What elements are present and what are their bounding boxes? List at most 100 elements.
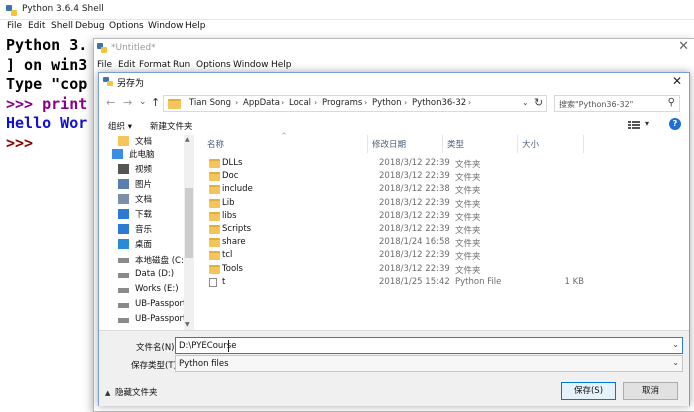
file-row[interactable]: tcl 2018/3/12 22:39 文件夹 (207, 249, 677, 262)
editor-menu-edit[interactable]: Edit (118, 60, 135, 70)
up-arrow-icon[interactable]: ↑ (151, 96, 160, 110)
save-button[interactable]: 保存(S) (561, 382, 616, 400)
chevron-right-icon: › (314, 98, 318, 107)
editor-menu-file[interactable]: File (97, 60, 112, 70)
close-icon[interactable]: ✕ (678, 39, 689, 54)
folder-icon (209, 225, 220, 234)
column-header-name[interactable]: 名称 (207, 138, 224, 150)
editor-menu-window[interactable]: Window (233, 60, 269, 70)
file-row[interactable]: libs 2018/3/12 22:39 文件夹 (207, 210, 677, 223)
nav-pane-item-label: Data (D:) (135, 269, 175, 279)
organize-button[interactable]: 组织 ▾ (108, 120, 132, 132)
search-box[interactable]: 搜索"Python36-32" ⚲ (554, 95, 680, 112)
shell-menu-window[interactable]: Window (148, 21, 184, 31)
chevron-down-icon[interactable]: ⌄ (522, 98, 529, 107)
nav-pane-scrollbar[interactable]: ▲ ▼ (184, 135, 194, 330)
file-type: Python File (455, 276, 502, 287)
forward-arrow-icon[interactable]: → (123, 96, 132, 110)
breadcrumb-item[interactable]: Python36-32 (412, 98, 466, 108)
file-list[interactable]: ^ 名称 修改日期 类型 大小 DLLs 2018/3/12 22:39 文件夹 Do… (197, 132, 687, 330)
column-header-type[interactable]: 类型 (447, 138, 464, 150)
file-size: 1 KB (564, 276, 584, 287)
scroll-up-icon[interactable]: ▲ (185, 136, 190, 143)
file-date: 2018/3/12 22:39 (379, 197, 450, 208)
save-as-dialog: 另存为 ✕ ← → ⌄ ↑ Tian Song › AppData › Loca… (98, 72, 690, 406)
text-cursor (228, 340, 229, 352)
address-bar[interactable]: Tian Song › AppData › Local › Programs ›… (163, 95, 547, 112)
scroll-down-icon[interactable]: ▼ (185, 321, 190, 328)
navigation-pane[interactable]: 文档 此电脑 视频 图片 文档 下载 音乐 桌面 本地磁盘 (C:) Data (D:) Works… (100, 135, 194, 330)
file-row[interactable]: Doc 2018/3/12 22:39 文件夹 (207, 170, 677, 183)
nav-pane-item-label: 音乐 (135, 225, 153, 235)
shell-menu-file[interactable]: File (7, 21, 22, 31)
file-row[interactable]: share 2018/1/24 16:58 文件夹 (207, 236, 677, 249)
chevron-down-icon[interactable]: ▾ (645, 119, 649, 128)
chevron-right-icon: › (281, 98, 285, 107)
column-divider[interactable] (517, 135, 518, 153)
cancel-button[interactable]: 取消 (623, 382, 678, 400)
file-date: 2018/3/12 22:39 (379, 171, 450, 182)
file-date: 2018/3/12 22:39 (379, 210, 450, 221)
console-line: Hello Wor (6, 114, 88, 132)
file-row[interactable]: Tools 2018/3/12 22:39 文件夹 (207, 263, 677, 276)
breadcrumb-item[interactable]: Programs (322, 98, 362, 108)
file-type: 文件夹 (455, 239, 481, 250)
shell-menu-edit[interactable]: Edit (28, 21, 45, 31)
column-header-date[interactable]: 修改日期 (372, 138, 406, 150)
file-date: 2018/1/25 15:42 (379, 276, 450, 287)
file-row[interactable]: DLLs 2018/3/12 22:39 文件夹 (207, 157, 677, 170)
column-divider[interactable] (367, 135, 368, 153)
shell-console[interactable]: Python 3.] on win3 Type "cop >>> print Hell… (6, 36, 87, 153)
file-name: Lib (222, 197, 235, 208)
help-icon[interactable]: ? (669, 118, 681, 130)
file-date: 2018/1/24 16:58 (379, 237, 450, 248)
video-icon (118, 164, 129, 174)
chevron-down-icon[interactable]: ⌄ (672, 358, 679, 367)
chevron-down-icon[interactable]: ⌄ (672, 340, 679, 349)
editor-menu-run[interactable]: Run (173, 60, 190, 70)
editor-menu-options[interactable]: Options (196, 60, 231, 70)
folder-icon (118, 136, 129, 146)
file-name: t (222, 276, 226, 287)
file-row[interactable]: include 2018/3/12 22:38 文件夹 (207, 183, 677, 196)
column-header-size[interactable]: 大小 (522, 138, 539, 150)
file-type: 文件夹 (455, 226, 481, 236)
chevron-right-icon: › (468, 98, 472, 107)
nav-pane-item-label: 此电脑 (129, 150, 155, 160)
filetype-select[interactable]: Python files ⌄ (175, 355, 683, 372)
view-options-icon[interactable] (628, 120, 640, 130)
column-divider[interactable] (442, 135, 443, 153)
back-arrow-icon[interactable]: ← (106, 96, 115, 110)
dialog-title: 另存为 (117, 79, 145, 89)
editor-menu-help[interactable]: Help (271, 60, 292, 70)
shell-title: Python 3.6.4 Shell (22, 4, 104, 14)
file-row[interactable]: t 2018/1/25 15:42 Python File 1 KB (207, 276, 677, 289)
filename-input[interactable]: D:\PYECourse ⌄ (175, 337, 683, 354)
recent-locations-dropdown-icon[interactable]: ⌄ (139, 95, 147, 109)
column-divider[interactable] (583, 135, 584, 153)
breadcrumb-item[interactable]: Local (289, 98, 311, 108)
file-name: tcl (222, 250, 233, 261)
refresh-icon[interactable]: ↻ (534, 96, 543, 109)
console-line: ] on win3 (6, 55, 88, 74)
drive-icon (118, 303, 129, 308)
file-name: Scripts (222, 224, 252, 234)
shell-menu-debug[interactable]: Debug (75, 21, 105, 31)
breadcrumb-item[interactable]: Python (372, 98, 401, 108)
shell-menu-help[interactable]: Help (185, 21, 206, 31)
drive-icon (118, 258, 129, 263)
file-type: 文件夹 (455, 173, 481, 184)
shell-menu-shell[interactable]: Shell (51, 21, 73, 31)
close-icon[interactable]: ✕ (669, 73, 685, 90)
shell-menu-options[interactable]: Options (109, 21, 144, 31)
file-row[interactable]: Scripts 2018/3/12 22:39 文件夹 (207, 223, 677, 236)
hide-folders-toggle[interactable]: ▲ 隐藏文件夹 (105, 386, 158, 398)
scrollbar-thumb[interactable] (185, 188, 193, 258)
new-folder-button[interactable]: 新建文件夹 (150, 120, 193, 132)
editor-menu-format[interactable]: Format (139, 60, 171, 70)
python-icon (6, 5, 17, 16)
breadcrumb-item[interactable]: Tian Song (189, 98, 231, 108)
file-row[interactable]: Lib 2018/3/12 22:39 文件夹 (207, 197, 677, 210)
filetype-value: Python files (179, 359, 229, 369)
breadcrumb-item[interactable]: AppData (243, 98, 280, 108)
